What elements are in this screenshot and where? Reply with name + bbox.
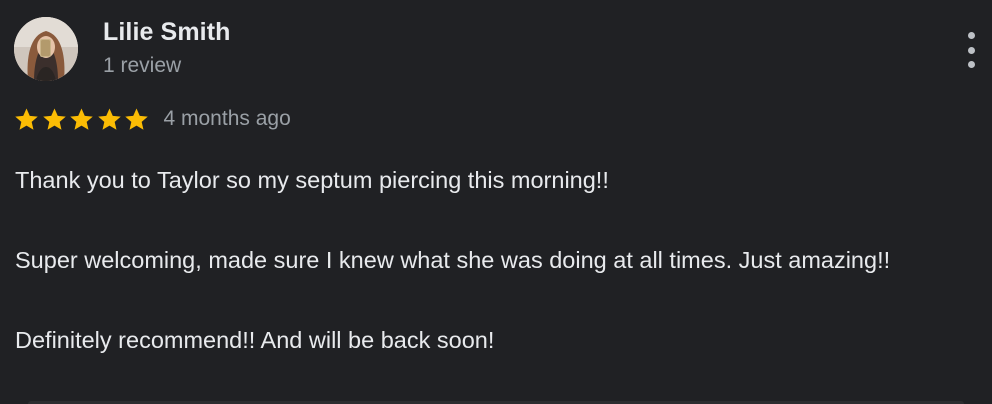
- review-count: 1 review: [103, 54, 182, 77]
- review-date: 4 months ago: [163, 107, 291, 130]
- star-icon: [123, 106, 150, 133]
- review-paragraph-1: Thank you to Taylor so my septum piercin…: [15, 167, 609, 193]
- reviewer-name[interactable]: Lilie Smith: [103, 18, 231, 47]
- star-icon: [41, 106, 68, 133]
- more-vert-icon-dot-2: [967, 46, 975, 54]
- more-vert-icon-dot-3: [967, 61, 975, 68]
- review-paragraph-2: Super welcoming, made sure I knew what s…: [15, 247, 891, 273]
- review-card: Lilie Smith 1 review 4 months ago Thank …: [0, 0, 992, 404]
- review-paragraph-3: Definitely recommend!! And will be back …: [15, 327, 495, 353]
- more-vert-icon-dot-1: [967, 32, 975, 39]
- avatar[interactable]: [14, 17, 78, 81]
- more-options-button[interactable]: [956, 30, 986, 70]
- star-icon: [96, 106, 123, 133]
- rating-row: 4 months ago: [13, 104, 291, 134]
- star-icon: [13, 106, 40, 133]
- star-icon: [68, 106, 95, 133]
- star-rating: [13, 106, 151, 133]
- avatar-photo: [14, 17, 78, 81]
- review-text: Thank you to Taylor so my septum piercin…: [15, 160, 965, 360]
